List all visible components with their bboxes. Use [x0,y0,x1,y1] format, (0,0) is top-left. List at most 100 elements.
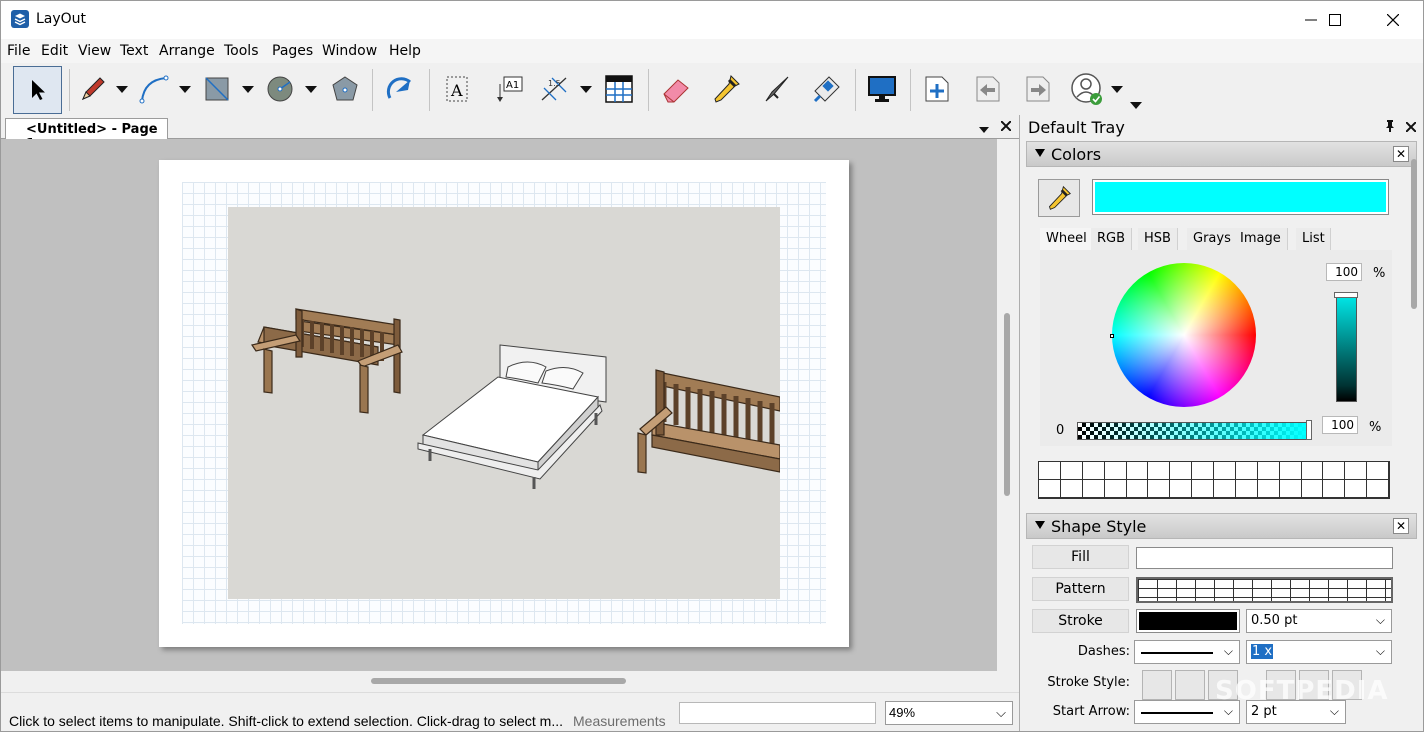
tab-image[interactable]: Image [1234,228,1288,250]
palette-swatch[interactable] [1257,462,1280,480]
presentation-tool-button[interactable] [862,69,902,109]
fill-color-swatch[interactable] [1136,547,1393,569]
line-tool-dropdown[interactable] [116,83,128,95]
dimension-tool-button[interactable]: 1.5 [534,69,574,109]
palette-swatch[interactable] [1323,462,1346,480]
tab-grays[interactable]: Grays [1187,228,1238,250]
color-wheel[interactable] [1112,263,1256,407]
split-tool-button[interactable] [757,69,797,109]
add-page-tool-button[interactable] [917,69,957,109]
close-shape-style-panel-button[interactable]: ✕ [1393,518,1409,534]
circle-tool-button[interactable] [260,69,300,109]
tab-rgb[interactable]: RGB [1091,228,1133,250]
menu-text[interactable]: Text [120,43,148,59]
palette-swatch[interactable] [1104,480,1127,498]
rectangle-tool-button[interactable] [197,69,237,109]
text-tool-button[interactable]: A [437,69,477,109]
document-tab[interactable]: <Untitled> - Page 1 [5,118,168,152]
palette-swatch[interactable] [1279,462,1302,480]
label-tool-button[interactable]: A1 [488,69,528,109]
rectangle-tool-dropdown[interactable] [242,83,254,95]
tab-list-dropdown[interactable] [979,122,989,137]
wheel-selector-marker[interactable] [1110,334,1114,338]
line-tool-button[interactable] [73,69,113,109]
vertical-scroll-thumb[interactable] [1004,313,1010,496]
close-document-button[interactable] [1000,120,1012,135]
palette-swatch[interactable] [1214,480,1236,498]
dash-scale-select[interactable]: 1 x ⌵ [1246,640,1392,664]
palette-swatch[interactable] [1082,462,1105,480]
opacity-slider[interactable] [1077,422,1309,440]
sketchup-model-viewport[interactable] [228,207,780,599]
arc-tool-button[interactable] [134,69,174,109]
palette-swatch[interactable] [1192,480,1214,498]
menu-view[interactable]: View [78,43,111,59]
stroke-color-swatch[interactable] [1136,609,1240,633]
palette-swatch[interactable] [1082,480,1105,498]
polygon-tool-button[interactable] [325,69,365,109]
tray-scrollbar[interactable] [1411,159,1417,309]
menu-help[interactable]: Help [389,43,421,59]
palette-swatch[interactable] [1257,480,1280,498]
next-page-tool-button[interactable] [1018,69,1058,109]
palette-swatch[interactable] [1039,462,1061,480]
pattern-toggle-button[interactable]: Pattern [1032,577,1129,601]
account-dropdown[interactable] [1111,83,1123,95]
offset-tool-button[interactable] [380,69,420,109]
arc-tool-dropdown[interactable] [179,83,191,95]
brightness-slider-handle[interactable] [1334,292,1358,298]
cap-square-button[interactable] [1142,670,1172,700]
tab-list[interactable]: List [1296,228,1331,250]
close-tray-button[interactable] [1405,121,1417,136]
palette-swatch[interactable] [1301,462,1324,480]
palette-swatch[interactable] [1235,462,1258,480]
cap-round-button[interactable] [1175,670,1205,700]
palette-swatch[interactable] [1039,480,1061,498]
palette-swatch[interactable] [1126,480,1149,498]
circle-tool-dropdown[interactable] [305,83,317,95]
stroke-width-select[interactable]: 0.50 pt ⌵ [1246,609,1392,633]
palette-swatch[interactable] [1301,480,1324,498]
measurements-input[interactable] [679,702,876,724]
palette-swatch[interactable] [1323,480,1346,498]
palette-swatch[interactable] [1367,480,1389,498]
menu-edit[interactable]: Edit [41,43,68,59]
palette-swatch[interactable] [1279,480,1302,498]
close-window-button[interactable] [1370,1,1416,39]
palette-swatch[interactable] [1148,462,1171,480]
palette-swatch[interactable] [1148,480,1171,498]
opacity-input[interactable]: 100 [1322,416,1358,434]
menu-pages[interactable]: Pages [272,43,313,59]
colors-panel-header[interactable]: Colors ✕ [1026,141,1417,167]
zoom-select[interactable]: 49% ⌵ [885,701,1013,725]
table-tool-button[interactable] [599,69,639,109]
join-tool-button[interactable] [807,69,847,109]
maximize-button[interactable] [1312,1,1358,39]
horizontal-scroll-thumb[interactable] [371,678,626,684]
palette-swatch[interactable] [1367,462,1389,480]
toolbar-overflow-dropdown[interactable] [1130,99,1142,111]
color-palette[interactable] [1038,461,1390,499]
current-color-swatch[interactable] [1092,179,1389,215]
menu-arrange[interactable]: Arrange [159,43,215,59]
palette-swatch[interactable] [1060,480,1083,498]
drawing-canvas[interactable] [1,139,997,671]
palette-swatch[interactable] [1345,462,1368,480]
pattern-swatch[interactable] [1136,577,1393,603]
palette-swatch[interactable] [1104,462,1127,480]
palette-swatch[interactable] [1126,462,1149,480]
palette-swatch[interactable] [1214,462,1236,480]
style-tool-button[interactable] [706,69,746,109]
menu-window[interactable]: Window [322,43,377,59]
eraser-tool-button[interactable] [656,69,696,109]
palette-swatch[interactable] [1192,462,1214,480]
palette-swatch[interactable] [1170,480,1193,498]
pin-tray-button[interactable] [1385,120,1395,136]
dash-pattern-select[interactable]: ⌵ [1134,640,1240,664]
menu-file[interactable]: File [7,43,30,59]
stroke-toggle-button[interactable]: Stroke [1032,609,1129,633]
fill-toggle-button[interactable]: Fill [1032,545,1129,569]
color-eyedropper-button[interactable] [1038,179,1080,217]
tab-wheel[interactable]: Wheel [1040,228,1094,250]
close-colors-panel-button[interactable]: ✕ [1393,146,1409,162]
